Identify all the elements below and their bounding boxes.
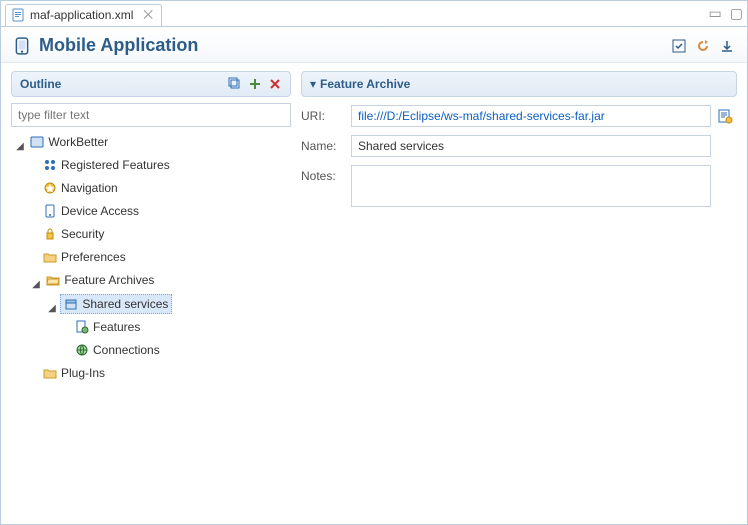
deploy-icon[interactable] [719,38,735,54]
tree-node-archive-features[interactable]: Features [73,318,142,336]
twist-icon[interactable]: ◢ [47,300,57,318]
outline-filter-input[interactable] [11,103,291,127]
twist-icon[interactable]: ◢ [31,276,41,294]
form-header[interactable]: ▾ Feature Archive [301,71,737,97]
browse-file-icon[interactable] [717,108,733,124]
xml-file-icon [12,8,26,22]
uri-field[interactable] [351,105,711,127]
editor-tab[interactable]: maf-application.xml ⨉ [5,4,162,26]
tree-node-shared-services[interactable]: Shared services [60,294,172,314]
delete-icon[interactable] [268,77,282,91]
editor-tab-label: maf-application.xml [30,8,133,22]
form-section-title: Feature Archive [320,77,410,91]
app-root-icon [30,135,44,149]
refresh-icon[interactable] [695,38,711,54]
name-field[interactable] [351,135,711,157]
label-name: Name: [301,135,345,153]
tree-node-registered-features[interactable]: Registered Features [41,156,172,174]
tree-node-security[interactable]: Security [41,225,106,243]
features-icon [43,158,57,172]
maximize-button[interactable]: ▢ [730,5,743,22]
validate-icon[interactable] [671,38,687,54]
notes-field[interactable] [351,165,711,207]
tab-bar: maf-application.xml ⨉ ▭ ▢ [1,1,747,27]
folder-icon [43,250,57,264]
tree-node-workbetter[interactable]: WorkBetter [28,133,110,151]
tree-node-plugins[interactable]: Plug-Ins [41,364,107,382]
mobile-app-icon [13,37,31,55]
editor-title-text: Mobile Application [39,35,198,56]
outline-panel: Outline ◢ WorkBetter ◢ Registered Feature… [11,71,291,510]
tree-node-navigation[interactable]: Navigation [41,179,120,197]
outline-tree: ◢ WorkBetter ◢ Registered Features ◢ Navig… [11,133,291,387]
outline-title: Outline [20,77,61,91]
twist-icon[interactable]: ◢ [15,138,25,156]
form-panel: ▾ Feature Archive URI: Name: Notes: [301,71,737,510]
section-twist-icon[interactable]: ▾ [310,77,316,91]
feature-child-icon [75,320,89,334]
tree-node-preferences[interactable]: Preferences [41,248,128,266]
tree-node-device-access[interactable]: Device Access [41,202,141,220]
tab-close-icon[interactable]: ⨉ [143,8,153,23]
folder-open-icon [46,273,60,287]
copy-icon[interactable] [228,77,242,91]
minimize-button[interactable]: ▭ [709,5,722,22]
folder-icon [43,366,57,380]
label-uri: URI: [301,105,345,123]
navigation-icon [43,181,57,195]
tree-node-feature-archives[interactable]: Feature Archives [44,271,156,289]
outline-header: Outline [11,71,291,97]
add-icon[interactable] [248,77,262,91]
security-icon [43,227,57,241]
editor-header: Mobile Application [1,27,747,63]
connections-icon [75,343,89,357]
editor-toolbar [671,38,735,54]
tree-node-archive-connections[interactable]: Connections [73,341,162,359]
archive-icon [64,297,78,311]
label-notes: Notes: [301,165,345,183]
device-access-icon [43,204,57,218]
